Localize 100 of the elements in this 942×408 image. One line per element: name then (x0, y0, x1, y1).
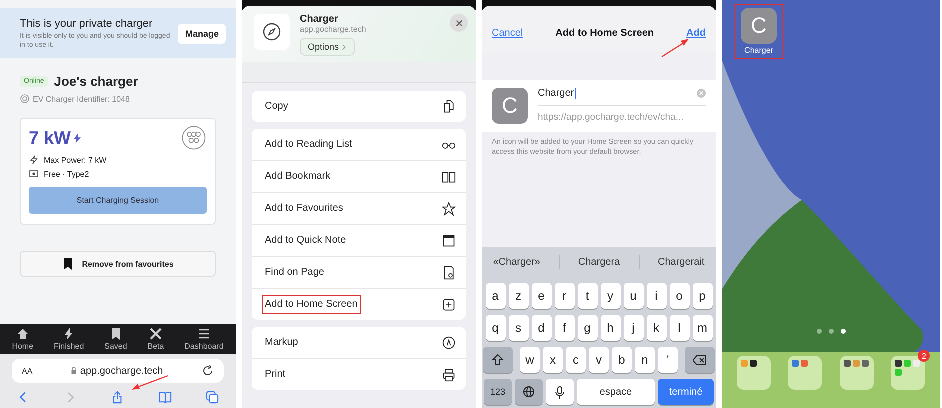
suggestion[interactable]: Chargerait (658, 256, 705, 268)
letter-key[interactable]: h (600, 315, 620, 341)
letter-key[interactable]: w (520, 347, 540, 373)
shift-key[interactable] (483, 347, 513, 373)
globe-key[interactable] (515, 379, 543, 405)
bookmark-icon (62, 258, 74, 270)
letter-key[interactable]: k (646, 315, 666, 341)
tabs-icon[interactable] (206, 390, 219, 404)
letter-key[interactable]: m (692, 315, 712, 341)
page-dot[interactable] (828, 329, 834, 334)
share-action[interactable]: Add Bookmark (252, 161, 466, 193)
page-url: app.gocharge.tech (300, 25, 366, 34)
microphone-key[interactable] (546, 379, 574, 405)
letter-key[interactable]: q (486, 315, 506, 341)
annotation-arrow (130, 375, 170, 391)
nav-tab[interactable]: Beta (146, 328, 166, 351)
suggestion[interactable]: «Charger» (493, 256, 540, 268)
max-power-text: Max Power: 7 kW (44, 156, 107, 165)
text-size-button[interactable]: AA (22, 366, 33, 376)
share-action[interactable]: Find on Page (252, 257, 466, 289)
start-charging-button[interactable]: Start Charging Session (29, 187, 207, 214)
letter-key[interactable]: v (589, 347, 609, 373)
letter-key[interactable]: u (624, 283, 644, 309)
letter-key[interactable]: b (612, 347, 632, 373)
nav-tab[interactable]: Home (11, 328, 35, 351)
app-icon: C (492, 88, 528, 124)
options-button[interactable]: Options (300, 38, 356, 56)
letter-key[interactable]: p (692, 283, 712, 309)
home-icon (16, 328, 29, 340)
letter-key[interactable]: y (600, 283, 620, 309)
banner-title: This is your private charger (20, 18, 154, 30)
action-label: Markup (264, 336, 300, 350)
share-action[interactable]: Add to Home Screen (252, 289, 466, 320)
letter-key[interactable]: g (578, 315, 598, 341)
letter-key[interactable]: t (578, 283, 598, 309)
share-action[interactable]: Markup (252, 327, 466, 359)
find-icon (442, 266, 456, 280)
compass-icon (254, 14, 290, 50)
reload-icon[interactable] (202, 365, 214, 377)
space-key[interactable]: espace (577, 379, 655, 405)
home-app-icon[interactable]: C Charger (734, 4, 784, 59)
book-icon[interactable] (158, 390, 172, 404)
letter-key[interactable]: r (554, 283, 574, 309)
action-label: Add to Favourites (264, 202, 344, 216)
share-icon[interactable] (111, 390, 124, 404)
action-label: Add to Quick Note (264, 234, 348, 248)
connector-icon (181, 125, 207, 152)
suggestion[interactable]: Chargera (578, 256, 620, 268)
page-dot[interactable] (840, 329, 846, 334)
numbers-key[interactable]: 123 (484, 379, 512, 405)
pricing-text: Free · Type2 (44, 170, 90, 179)
lock-icon (71, 367, 78, 375)
nav-tab[interactable]: Saved (104, 328, 128, 351)
add-icon (442, 298, 456, 312)
letter-key[interactable]: j (624, 315, 644, 341)
letter-key[interactable]: l (670, 315, 690, 341)
address-bar[interactable]: AA app.gocharge.tech (12, 359, 224, 383)
action-label: Find on Page (264, 266, 326, 280)
done-key[interactable]: terminé (658, 379, 714, 405)
name-input-field[interactable]: Charger (538, 88, 706, 106)
add-button[interactable]: Add (686, 28, 706, 38)
share-action[interactable]: Add to Quick Note (252, 225, 466, 257)
note-icon (442, 234, 456, 248)
page-title: Charger (300, 14, 338, 25)
app-folder[interactable] (736, 356, 771, 390)
letter-key[interactable]: c (566, 347, 586, 373)
letter-key[interactable]: d (532, 315, 552, 341)
letter-key[interactable]: e (532, 283, 552, 309)
menu-icon (198, 328, 210, 340)
share-action[interactable]: Add to Favourites (252, 193, 466, 225)
letter-key[interactable]: f (554, 315, 574, 341)
page-dot[interactable] (816, 329, 822, 334)
book-icon (442, 170, 456, 184)
url-text: https://app.gocharge.tech/ev/cha... (538, 112, 685, 123)
app-folder[interactable] (840, 356, 874, 390)
share-action[interactable]: Copy (252, 91, 466, 122)
url-text: app.gocharge.tech (80, 366, 164, 376)
action-label: Copy (264, 100, 290, 114)
nav-tab[interactable]: Dashboard (184, 328, 225, 351)
letter-key[interactable]: x (543, 347, 563, 373)
share-action[interactable]: Add to Reading List (252, 129, 466, 161)
cancel-button[interactable]: Cancel (492, 28, 524, 38)
remove-favourite-button[interactable]: Remove from favourites (20, 251, 216, 278)
share-action[interactable]: Print (252, 359, 466, 390)
letter-key[interactable]: z (508, 283, 528, 309)
letter-key[interactable]: o (670, 283, 690, 309)
letter-key[interactable]: n (635, 347, 655, 373)
nav-tab[interactable]: Finished (52, 328, 86, 351)
close-button[interactable] (450, 14, 468, 32)
bolt-icon (63, 328, 76, 340)
annotation-arrow (660, 38, 690, 58)
delete-key[interactable] (685, 347, 715, 373)
action-label: Print (264, 368, 287, 382)
letter-key[interactable]: i (646, 283, 666, 309)
letter-key[interactable]: a (486, 283, 506, 309)
letter-key[interactable]: s (508, 315, 528, 341)
manage-button[interactable]: Manage (178, 24, 226, 44)
letter-key[interactable]: ’ (658, 347, 678, 373)
star-icon (442, 202, 456, 216)
globe-icon (523, 386, 535, 398)
